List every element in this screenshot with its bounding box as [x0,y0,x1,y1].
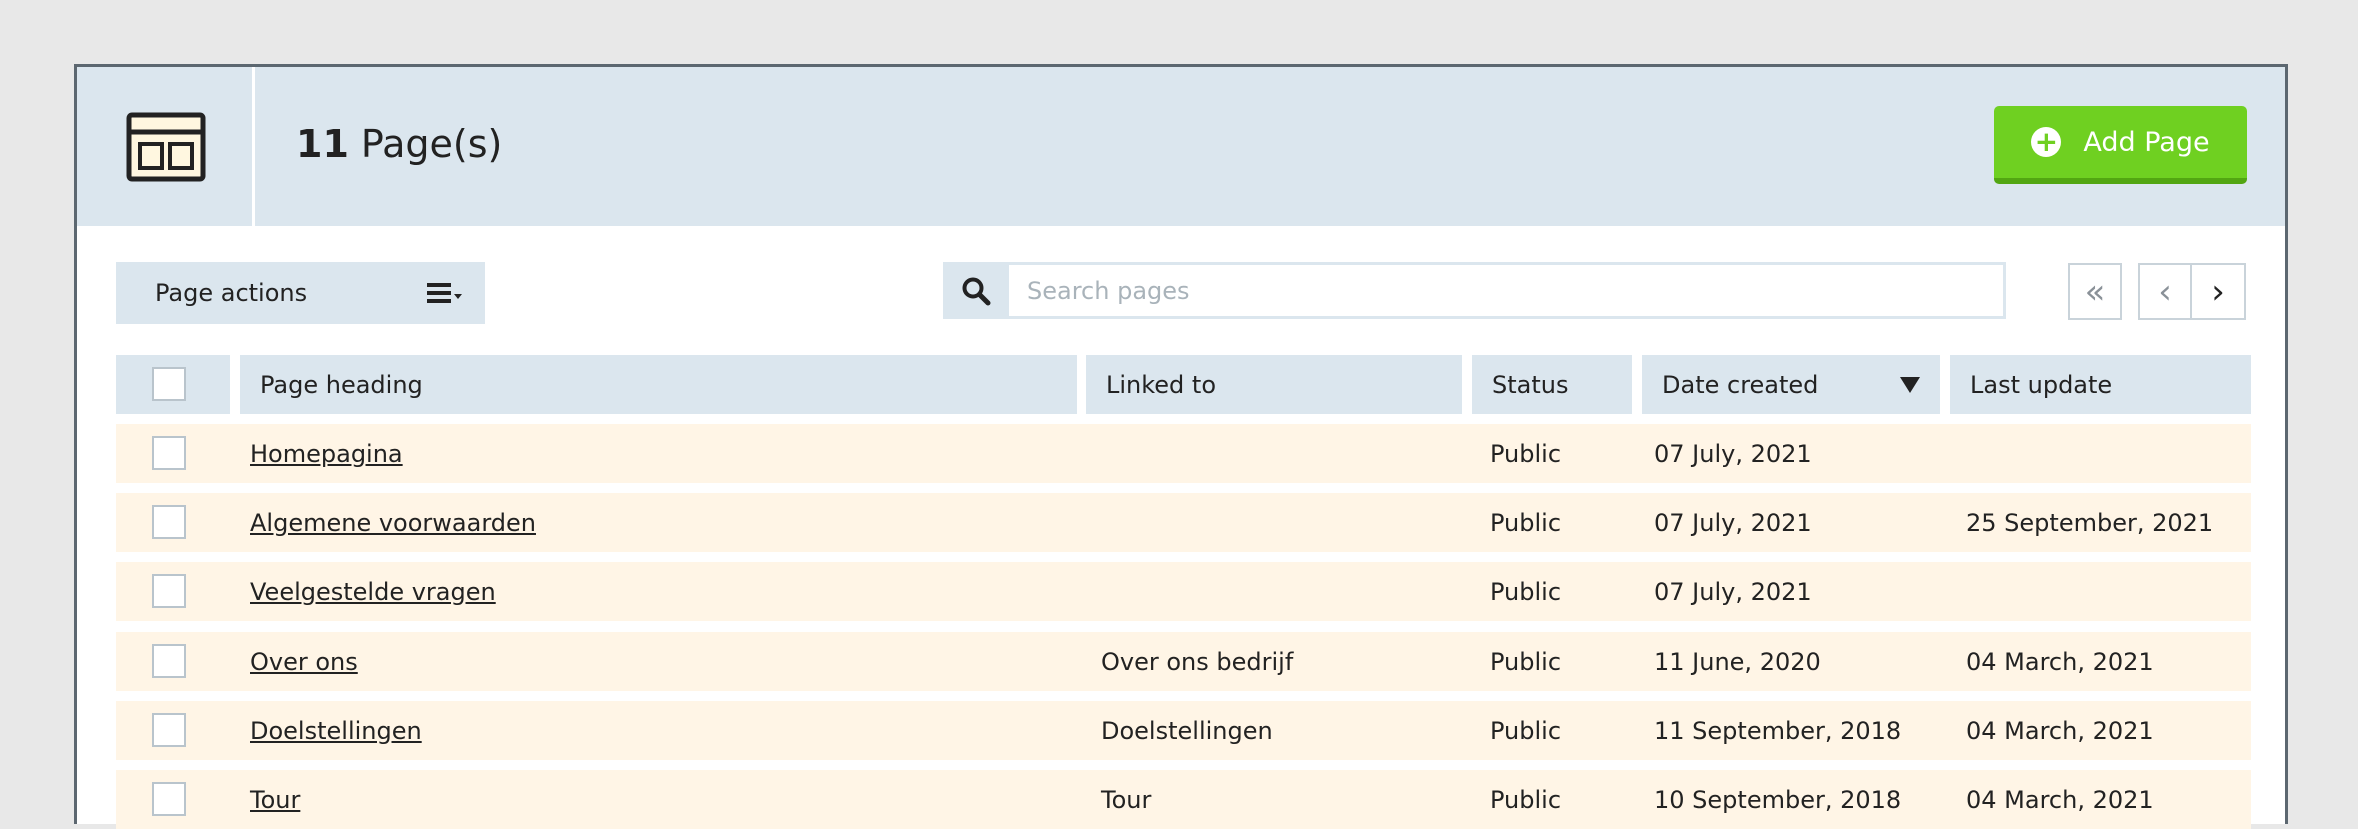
page-actions-label: Page actions [155,279,308,307]
sort-descending-icon [1900,377,1920,393]
page-actions-dropdown[interactable]: Page actions [116,262,485,324]
row-checkbox[interactable] [152,505,186,539]
select-all-cell [116,355,230,414]
table-row: Veelgestelde vragen Public 07 July, 2021 [116,562,2251,621]
page-link[interactable]: Doelstellingen [250,717,422,745]
column-page-heading[interactable]: Page heading [240,355,1077,414]
add-page-button[interactable]: + Add Page [1994,106,2247,184]
page-heading-cell: Doelstellingen [250,701,422,760]
table-header: Page heading Linked to Status Date creat… [116,355,2251,414]
column-status[interactable]: Status [1472,355,1632,414]
search-bar [943,262,2006,319]
page-link[interactable]: Algemene voorwaarden [250,509,536,537]
pagination-nav: ‹ › [2138,263,2246,320]
row-checkbox[interactable] [152,436,186,470]
status-cell: Public [1490,577,1562,606]
prev-page-button[interactable]: ‹ [2138,263,2192,320]
add-page-label: Add Page [2083,126,2210,158]
column-last-update[interactable]: Last update [1950,355,2251,414]
date-created-cell: 07 July, 2021 [1654,508,1812,537]
table-row: Homepagina Public 07 July, 2021 [116,424,2251,483]
page-link[interactable]: Over ons [250,648,358,676]
date-created-cell: 07 July, 2021 [1654,577,1812,606]
status-cell: Public [1490,716,1562,745]
search-icon[interactable] [943,262,1009,319]
page-heading-cell: Homepagina [250,424,403,483]
status-cell: Public [1490,508,1562,537]
row-checkbox[interactable] [152,713,186,747]
status-cell: Public [1490,439,1562,468]
column-date-created-label: Date created [1662,370,1819,399]
last-update-cell: 04 March, 2021 [1966,647,2154,676]
row-checkbox[interactable] [152,644,186,678]
page-title: 11 Page(s) [296,122,502,166]
panel-header: 11 Page(s) + Add Page [77,67,2285,226]
table-row: Algemene voorwaarden Public 07 July, 202… [116,493,2251,552]
menu-dropdown-icon [427,283,462,303]
row-checkbox[interactable] [152,782,186,816]
page-heading-cell: Over ons [250,632,358,691]
status-cell: Public [1490,647,1562,676]
row-checkbox[interactable] [152,574,186,608]
date-created-cell: 11 September, 2018 [1654,716,1902,745]
page-title-label: Page(s) [360,122,503,166]
page-heading-cell: Algemene voorwaarden [250,493,536,552]
header-icon-box [77,67,255,226]
next-page-button[interactable]: › [2192,263,2246,320]
layout-icon [126,112,206,182]
table-row: Doelstellingen Doelstellingen Public 11 … [116,701,2251,760]
select-all-checkbox[interactable] [152,367,186,401]
last-update-cell: 25 September, 2021 [1966,508,2214,537]
page-link[interactable]: Veelgestelde vragen [250,578,496,606]
column-linked-to[interactable]: Linked to [1086,355,1462,414]
table-row: Over ons Over ons bedrijf Public 11 June… [116,632,2251,691]
last-update-cell: 04 March, 2021 [1966,716,2154,745]
search-input[interactable] [1009,262,2006,319]
pagination: « [2068,263,2122,320]
column-date-created[interactable]: Date created [1642,355,1940,414]
pages-panel: 11Page(s) + Add Page Page actions « ‹ › [74,64,2288,829]
page-link[interactable]: Homepagina [250,440,403,468]
date-created-cell: 07 July, 2021 [1654,439,1812,468]
first-page-button[interactable]: « [2068,263,2122,320]
linked-to-cell: Doelstellingen [1101,716,1273,745]
date-created-cell: 11 June, 2020 [1654,647,1821,676]
page-count: 11 [296,122,349,166]
plus-circle-icon: + [2031,127,2062,157]
linked-to-cell: Over ons bedrijf [1101,647,1294,676]
page-heading-cell: Veelgestelde vragen [250,562,496,621]
